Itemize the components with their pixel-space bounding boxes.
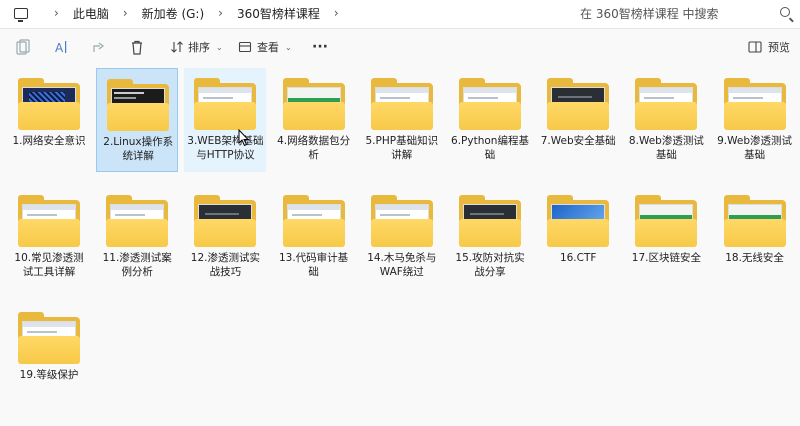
view-icon [238, 41, 252, 53]
folder-item[interactable]: 6.Python编程基础 [449, 68, 531, 172]
folder-icon [723, 195, 786, 247]
folder-item[interactable]: 12.渗透测试实战技巧 [184, 185, 266, 289]
chevron-down-icon: ⌄ [285, 42, 292, 52]
folder-item[interactable]: 4.网络数据包分析 [273, 68, 355, 172]
folder-item[interactable]: 1.网络安全意识 [8, 68, 90, 172]
folder-label: 10.常见渗透测试工具详解 [14, 252, 84, 278]
search-placeholder: 在 360智榜样课程 中搜索 [580, 6, 719, 21]
folder-icon [282, 195, 345, 247]
breadcrumb-this-pc[interactable]: 此电脑 [73, 5, 109, 22]
search-icon[interactable] [780, 7, 790, 17]
view-button[interactable]: 查看 ⌄ [238, 38, 292, 56]
breadcrumb: › 此电脑 › 新加卷 (G:) › 360智榜样课程 › [6, 2, 353, 24]
view-label: 查看 [257, 41, 279, 54]
folder-label: 8.Web渗透测试基础 [628, 135, 704, 161]
folder-item[interactable]: 2.Linux操作系统详解 [96, 68, 179, 172]
folder-item[interactable]: 15.攻防对抗实战分享 [449, 185, 531, 289]
sort-icon [171, 41, 183, 53]
folder-icon [18, 78, 80, 130]
monitor-icon[interactable] [14, 7, 28, 22]
folder-label: 15.攻防对抗实战分享 [455, 252, 525, 278]
folder-item[interactable]: 17.区块链安全 [625, 185, 707, 289]
chevron-right-icon[interactable]: › [54, 6, 59, 20]
folder-icon [547, 78, 610, 130]
folder-label: 19.等级保护 [19, 369, 79, 381]
folder-label: 6.Python编程基础 [451, 135, 529, 161]
sort-label: 排序 [188, 41, 210, 54]
folder-label: 13.代码审计基础 [278, 252, 349, 278]
folder-label: 14.木马免杀与WAF绕过 [367, 252, 437, 278]
chevron-right-icon[interactable]: › [218, 6, 223, 20]
folder-icon [106, 195, 169, 247]
folder-label: 11.渗透测试案例分析 [102, 252, 172, 278]
preview-button[interactable]: 预览 [748, 38, 790, 56]
folder-label: 17.区块链安全 [631, 252, 701, 264]
folder-icon [194, 78, 257, 130]
folder-item[interactable]: 18.无线安全 [714, 185, 796, 289]
folder-icon [18, 195, 80, 247]
rename-icon[interactable]: A [54, 38, 70, 56]
folder-label: 18.无线安全 [725, 252, 784, 264]
preview-label: 预览 [768, 41, 790, 54]
folder-label: 3.WEB架构基础与HTTP协议 [187, 135, 264, 161]
sort-button[interactable]: 排序 ⌄ [170, 38, 223, 56]
folder-icon [194, 195, 257, 247]
folder-label: 1.网络安全意识 [12, 135, 86, 147]
folder-label: 9.Web渗透测试基础 [717, 135, 793, 161]
chevron-right-icon[interactable]: › [123, 6, 128, 20]
folder-item[interactable]: 5.PHP基础知识讲解 [361, 68, 443, 172]
folder-icon [370, 195, 433, 247]
delete-icon[interactable] [130, 38, 144, 56]
more-options-button[interactable]: ··· [312, 38, 328, 56]
folder-label: 12.渗透测试实战技巧 [190, 252, 260, 278]
folder-label: 16.CTF [559, 252, 597, 264]
folder-icon [723, 78, 786, 130]
folder-item[interactable]: 14.木马免杀与WAF绕过 [361, 185, 443, 289]
breadcrumb-current-folder[interactable]: 360智榜样课程 [237, 5, 320, 22]
folder-label: 7.Web安全基础 [540, 135, 616, 147]
folder-icon [107, 79, 170, 131]
address-bar: › 此电脑 › 新加卷 (G:) › 360智榜样课程 › 在 360智榜样课程… [0, 0, 800, 29]
breadcrumb-drive[interactable]: 新加卷 (G:) [142, 5, 205, 22]
svg-text:A: A [55, 41, 64, 55]
folder-item[interactable]: 9.Web渗透测试基础 [714, 68, 796, 172]
folder-icon [547, 195, 610, 247]
folder-icon [18, 312, 80, 364]
folder-item[interactable]: 11.渗透测试案例分析 [96, 185, 178, 289]
folder-item[interactable]: 10.常见渗透测试工具详解 [8, 185, 90, 289]
folder-icon [635, 78, 698, 130]
folder-item[interactable]: 3.WEB架构基础与HTTP协议 [184, 68, 267, 172]
folder-item[interactable]: 7.Web安全基础 [537, 68, 619, 172]
folder-item[interactable]: 13.代码审计基础 [273, 185, 355, 289]
search-input[interactable]: 在 360智榜样课程 中搜索 [572, 2, 798, 24]
folder-label: 2.Linux操作系统详解 [103, 136, 174, 162]
folder-icon [370, 78, 433, 130]
mouse-cursor-icon [238, 128, 250, 151]
chevron-down-icon: ⌄ [216, 42, 223, 52]
folder-item[interactable]: 8.Web渗透测试基础 [625, 68, 707, 172]
command-bar: A 排序 ⌄ 查看 ⌄ ··· 预览 [0, 30, 800, 64]
chevron-right-icon[interactable]: › [334, 6, 339, 20]
folder-item[interactable]: 19.等级保护 [8, 302, 90, 406]
folder-icon [459, 78, 521, 130]
folder-icon [635, 195, 698, 247]
folder-label: 5.PHP基础知识讲解 [365, 135, 439, 161]
share-icon[interactable] [92, 38, 106, 56]
folder-icon [282, 78, 345, 130]
folder-icon [459, 195, 521, 247]
folder-item[interactable]: 16.CTF [537, 185, 619, 289]
folder-label: 4.网络数据包分析 [277, 135, 351, 161]
preview-pane-icon [748, 41, 762, 53]
copy-icon[interactable] [16, 38, 30, 56]
